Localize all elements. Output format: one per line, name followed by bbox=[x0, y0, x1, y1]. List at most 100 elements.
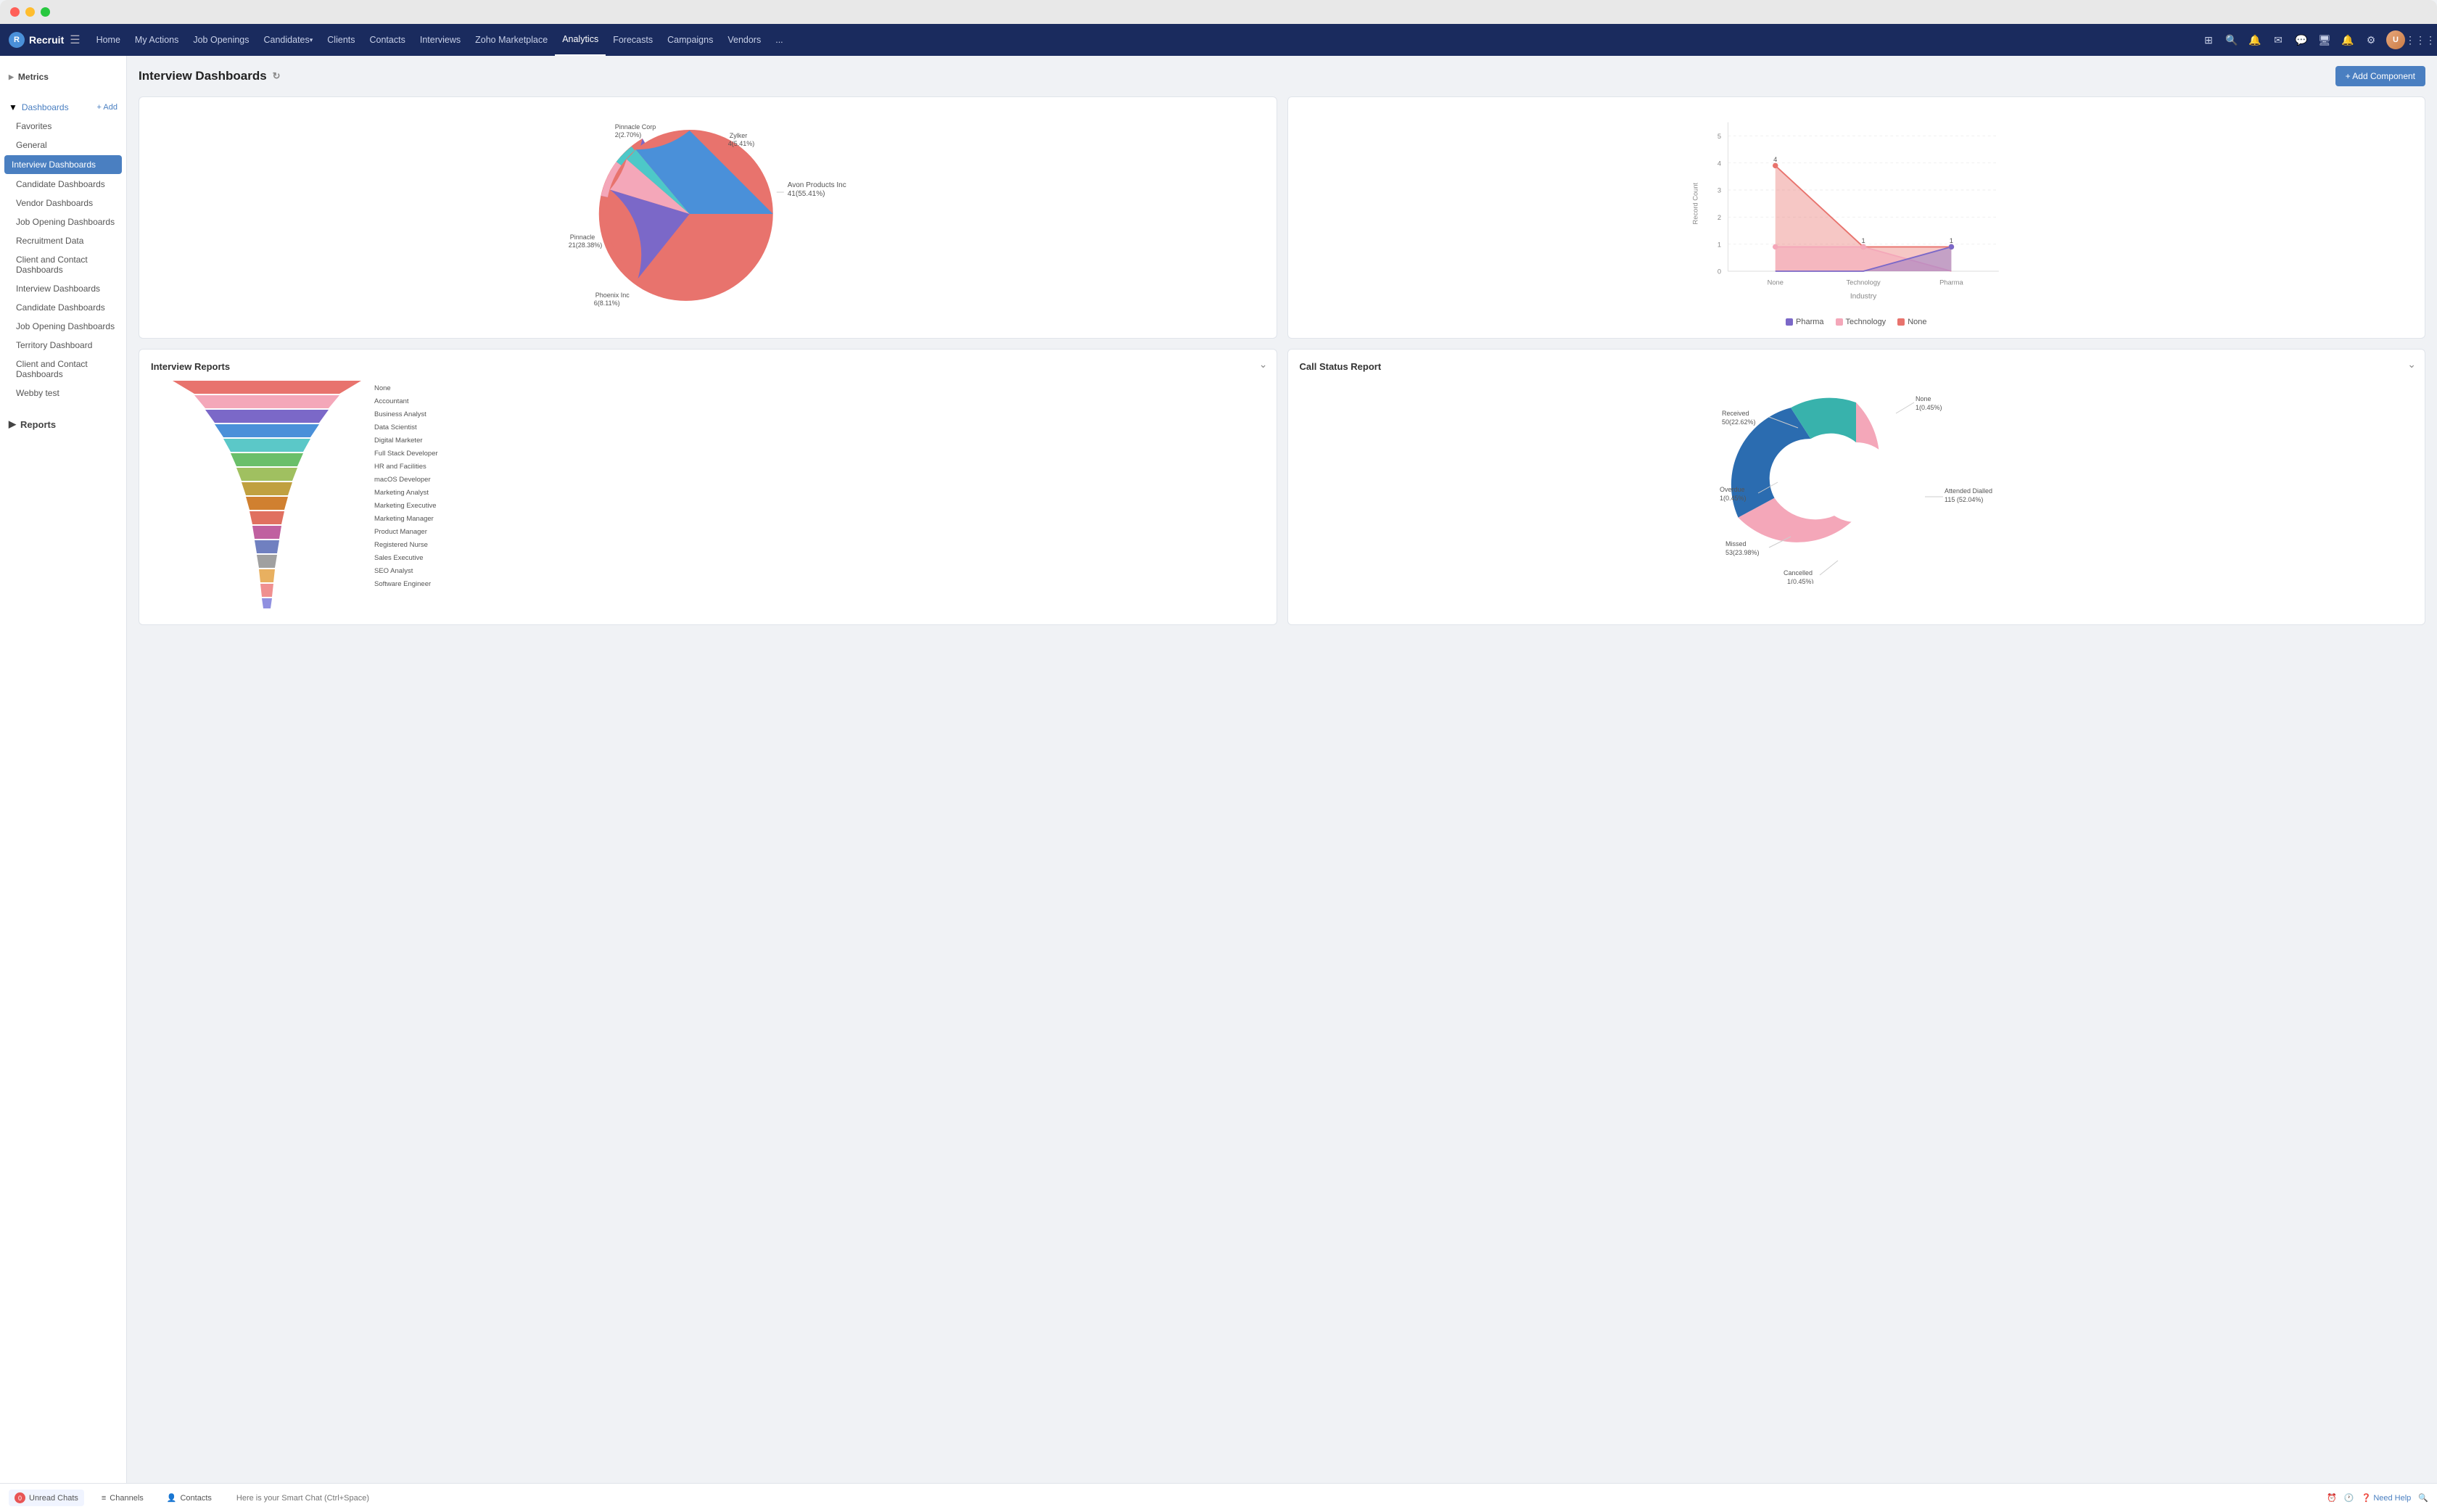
nav-candidates[interactable]: Candidates bbox=[257, 24, 321, 56]
chevron-right-icon-reports: ▶ bbox=[9, 418, 16, 430]
nav-zoho-marketplace[interactable]: Zoho Marketplace bbox=[468, 24, 555, 56]
grid-icon[interactable]: ⋮⋮⋮ bbox=[2412, 32, 2428, 48]
sidebar-item-candidate-dashboards[interactable]: Candidate Dashboards bbox=[0, 175, 126, 194]
sidebar-reports-header[interactable]: ▶ Reports bbox=[0, 414, 126, 434]
need-help-label[interactable]: ❓ Need Help bbox=[2362, 1493, 2412, 1503]
sidebar-item-candidate-dashboards-2[interactable]: Candidate Dashboards bbox=[0, 298, 126, 317]
donut-collapse-btn[interactable]: ⌄ bbox=[2407, 358, 2416, 371]
add-icon[interactable]: ⊞ bbox=[2201, 32, 2217, 48]
sidebar: ▶ Metrics ▼ Dashboards + Add Favorites G… bbox=[0, 56, 127, 1483]
svg-text:1: 1 bbox=[1717, 241, 1720, 248]
sidebar-reports-label: Reports bbox=[20, 419, 56, 430]
svg-text:41(55.41%): 41(55.41%) bbox=[788, 190, 825, 198]
funnel-chart-title: Interview Reports bbox=[151, 361, 1265, 372]
dashboard-grid: Avon Products Inc 41(55.41%) Zylker 4(5.… bbox=[139, 96, 2425, 625]
label-avon: Avon Products Inc bbox=[788, 181, 846, 189]
smart-chat-input[interactable] bbox=[229, 1491, 2315, 1505]
bottom-tab-contacts[interactable]: 👤 Contacts bbox=[161, 1490, 218, 1505]
funnel-label-business-analyst: Business Analyst bbox=[374, 408, 438, 421]
label-missed: Missed bbox=[1725, 540, 1747, 548]
funnel-label-sales-exec: Sales Executive bbox=[374, 552, 438, 565]
nav-more[interactable]: ... bbox=[768, 24, 790, 56]
funnel-collapse-btn[interactable]: ⌄ bbox=[1259, 358, 1268, 371]
funnel-label-digital-marketer: Digital Marketer bbox=[374, 434, 438, 447]
maximize-button[interactable] bbox=[41, 7, 50, 17]
pie-chart-card: Avon Products Inc 41(55.41%) Zylker 4(5.… bbox=[139, 96, 1277, 339]
nav-contacts[interactable]: Contacts bbox=[363, 24, 413, 56]
donut-hole bbox=[1816, 442, 1896, 522]
nav-analytics[interactable]: Analytics bbox=[555, 24, 606, 56]
donut-chart-card: Call Status Report ⌄ bbox=[1287, 349, 2426, 625]
sidebar-item-favorites[interactable]: Favorites bbox=[0, 117, 126, 136]
sidebar-dashboards-section: ▼ Dashboards + Add Favorites General Int… bbox=[0, 92, 126, 408]
notification-icon[interactable]: 🔔 bbox=[2247, 32, 2263, 48]
sidebar-item-vendor-dashboards[interactable]: Vendor Dashboards bbox=[0, 194, 126, 212]
svg-text:1(0.45%): 1(0.45%) bbox=[1720, 495, 1747, 502]
nav-my-actions[interactable]: My Actions bbox=[128, 24, 186, 56]
sidebar-item-interview-dashboards-2[interactable]: Interview Dashboards bbox=[0, 279, 126, 298]
page-title: Interview Dashboards ↻ bbox=[139, 69, 281, 83]
svg-text:1: 1 bbox=[1949, 237, 1953, 244]
search-icon-bottom[interactable]: 🔍 bbox=[2418, 1493, 2428, 1503]
sidebar-item-client-contact-2[interactable]: Client and Contact Dashboards bbox=[0, 355, 126, 384]
sidebar-metrics-section: ▶ Metrics bbox=[0, 62, 126, 92]
label-none: None bbox=[1916, 395, 1931, 402]
funnel-label-accountant: Accountant bbox=[374, 395, 438, 408]
sidebar-dashboards-header[interactable]: ▼ Dashboards + Add bbox=[0, 98, 126, 117]
main-layout: ▶ Metrics ▼ Dashboards + Add Favorites G… bbox=[0, 56, 2437, 1483]
sidebar-item-general[interactable]: General bbox=[0, 136, 126, 154]
nav-forecasts[interactable]: Forecasts bbox=[606, 24, 660, 56]
alarm-icon[interactable]: ⏰ bbox=[2327, 1493, 2337, 1503]
chat-icon[interactable]: 💬 bbox=[2293, 32, 2309, 48]
sidebar-item-territory-dashboard[interactable]: Territory Dashboard bbox=[0, 336, 126, 355]
avatar[interactable]: U bbox=[2386, 30, 2405, 49]
donut-svg: Attended Dialled 115 (52.04%) Missed 53(… bbox=[1718, 381, 1994, 584]
funnel-content: None Accountant Business Analyst Data Sc… bbox=[151, 381, 1265, 613]
contacts-icon: 👤 bbox=[167, 1493, 177, 1503]
funnel-label-marketing-exec: Marketing Executive bbox=[374, 500, 438, 513]
bottom-tab-unread-chats[interactable]: 0 Unread Chats bbox=[9, 1490, 84, 1506]
settings-icon[interactable]: ⚙ bbox=[2363, 32, 2379, 48]
mail-icon[interactable]: ✉ bbox=[2270, 32, 2286, 48]
nav-interviews[interactable]: Interviews bbox=[413, 24, 468, 56]
sidebar-item-job-opening-dashboards[interactable]: Job Opening Dashboards bbox=[0, 212, 126, 231]
sidebar-metrics-header[interactable]: ▶ Metrics bbox=[0, 67, 126, 86]
sidebar-item-interview-dashboards[interactable]: Interview Dashboards bbox=[4, 155, 122, 174]
add-component-button[interactable]: + Add Component bbox=[2335, 66, 2425, 86]
pie-chart-svg: Avon Products Inc 41(55.41%) Zylker 4(5.… bbox=[151, 109, 1265, 312]
bottom-tab-channels[interactable]: ≡ Channels bbox=[96, 1491, 149, 1505]
svg-text:Record Count: Record Count bbox=[1691, 182, 1699, 224]
svg-text:50(22.62%): 50(22.62%) bbox=[1722, 418, 1756, 426]
nav-clients[interactable]: Clients bbox=[320, 24, 362, 56]
nav-job-openings[interactable]: Job Openings bbox=[186, 24, 256, 56]
sidebar-item-webby-test[interactable]: Webby test bbox=[0, 384, 126, 402]
sidebar-item-recruitment-data[interactable]: Recruitment Data bbox=[0, 231, 126, 250]
refresh-icon[interactable]: ↻ bbox=[273, 70, 281, 82]
close-button[interactable] bbox=[10, 7, 20, 17]
minimize-button[interactable] bbox=[25, 7, 35, 17]
nav-campaigns[interactable]: Campaigns bbox=[660, 24, 720, 56]
sidebar-add-button[interactable]: + Add bbox=[97, 103, 117, 112]
hamburger-icon[interactable]: ☰ bbox=[70, 33, 80, 47]
bell-icon[interactable]: 🔔 bbox=[2340, 32, 2356, 48]
svg-text:21(28.38%): 21(28.38%) bbox=[569, 241, 603, 249]
screen-icon[interactable]: 🖥 bbox=[2317, 32, 2333, 48]
funnel-label-product-mgr: Product Manager bbox=[374, 526, 438, 539]
funnel-label-hr: HR and Facilities bbox=[374, 460, 438, 474]
funnel-label-marketing-analyst: Marketing Analyst bbox=[374, 487, 438, 500]
label-attended: Attended Dialled bbox=[1945, 487, 1992, 495]
area-chart-legend: Pharma Technology None bbox=[1300, 318, 2414, 326]
funnel-label-marketing-mgr: Marketing Manager bbox=[374, 513, 438, 526]
nav-vendors[interactable]: Vendors bbox=[720, 24, 768, 56]
nav-home[interactable]: Home bbox=[89, 24, 128, 56]
search-icon[interactable]: 🔍 bbox=[2224, 32, 2240, 48]
svg-text:1(0.45%): 1(0.45%) bbox=[1787, 578, 1814, 584]
label-overdue: Overdue bbox=[1720, 486, 1745, 493]
clock-icon[interactable]: 🕐 bbox=[2344, 1493, 2354, 1503]
legend-none-label: None bbox=[1908, 318, 1926, 326]
bottom-bar: 0 Unread Chats ≡ Channels 👤 Contacts ⏰ 🕐… bbox=[0, 1483, 2437, 1512]
sidebar-item-job-opening-dashboards-2[interactable]: Job Opening Dashboards bbox=[0, 317, 126, 336]
sidebar-item-client-contact-1[interactable]: Client and Contact Dashboards bbox=[0, 250, 126, 279]
nav-logo: R Recruit bbox=[9, 32, 64, 48]
top-nav: R Recruit ☰ Home My Actions Job Openings… bbox=[0, 24, 2437, 56]
